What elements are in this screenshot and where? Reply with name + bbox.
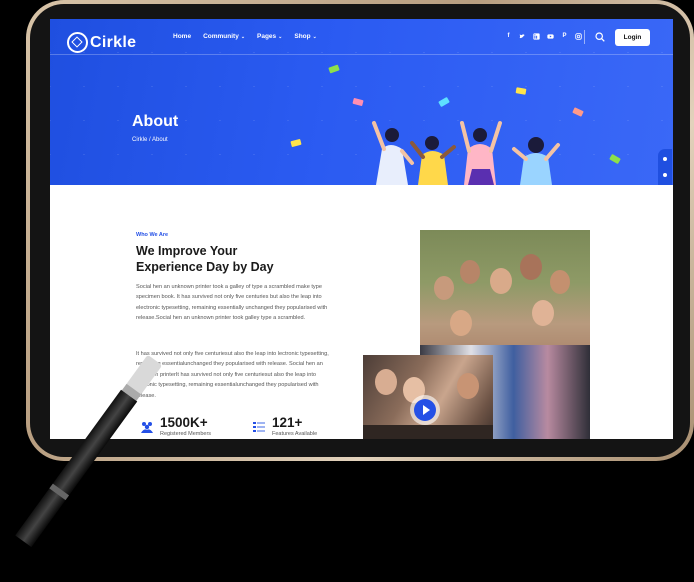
chevron-down-icon: ⌄ xyxy=(278,34,283,40)
photo-face xyxy=(532,300,554,326)
linkedin-icon[interactable] xyxy=(533,33,540,40)
headline-line-2: Experience Day by Day xyxy=(136,260,274,274)
nav-community-label: Community xyxy=(203,33,239,40)
logo-text: Cirkle xyxy=(90,33,137,51)
nav-shop-label: Shop xyxy=(294,33,311,40)
toolbar-dot-icon xyxy=(663,157,667,161)
list-icon xyxy=(253,422,265,432)
login-button[interactable]: Login xyxy=(615,29,650,46)
facebook-icon[interactable]: f xyxy=(505,33,512,40)
chevron-down-icon: ⌄ xyxy=(240,34,246,40)
video-thumbnail[interactable] xyxy=(363,355,493,439)
nav-home-label: Home xyxy=(173,33,192,40)
play-video-button[interactable] xyxy=(414,399,436,421)
breadcrumb[interactable]: Cirkle / About xyxy=(132,137,168,143)
photo-face xyxy=(460,260,480,284)
photo-face xyxy=(434,276,454,300)
search-icon[interactable] xyxy=(595,32,605,42)
photo-face xyxy=(550,270,570,294)
pinterest-icon[interactable]: P xyxy=(561,33,568,40)
social-links: f P xyxy=(505,33,582,40)
stylus-pen-decoration xyxy=(15,355,162,548)
side-toolbar[interactable] xyxy=(658,149,672,185)
photo-face xyxy=(375,369,397,395)
photo-face xyxy=(457,373,479,399)
hero-banner: Cirkle Home Community ⌄ Pages ⌄ Shop ⌄ f P xyxy=(50,19,673,185)
stat-features-label: Features Available xyxy=(272,431,318,437)
toolbar-dot-icon xyxy=(663,173,667,177)
section-eyebrow: Who We Are xyxy=(136,232,169,238)
stat-features: 121+ Features Available xyxy=(252,416,317,437)
photo-face xyxy=(450,310,472,336)
header-separator xyxy=(584,30,585,44)
header-divider xyxy=(50,54,673,55)
twitter-icon[interactable] xyxy=(519,33,526,40)
celebrating-people-illustration xyxy=(372,121,560,185)
nav-shop[interactable]: Shop ⌄ xyxy=(294,33,316,40)
nav-community[interactable]: Community ⌄ xyxy=(203,33,245,40)
nav-home[interactable]: Home xyxy=(173,33,191,40)
headline-line-1: We Improve Your xyxy=(136,244,238,258)
photo-table xyxy=(363,425,493,439)
nav-pages[interactable]: Pages ⌄ xyxy=(257,33,282,40)
about-paragraph-1: Social hen an unknown printer took a gal… xyxy=(136,284,328,322)
section-headline: We Improve Your Experience Day by Day xyxy=(136,243,336,275)
logo-icon xyxy=(67,32,88,53)
site-logo[interactable]: Cirkle xyxy=(67,32,136,53)
page-title: About xyxy=(132,113,179,130)
stat-features-value: 121+ xyxy=(272,415,303,430)
instagram-icon[interactable] xyxy=(575,33,582,40)
chevron-down-icon: ⌄ xyxy=(312,34,317,40)
photo-face xyxy=(520,254,542,280)
nav-pages-label: Pages xyxy=(257,33,277,40)
main-nav: Home Community ⌄ Pages ⌄ Shop ⌄ xyxy=(173,33,317,40)
photo-face xyxy=(490,268,512,294)
youtube-icon[interactable] xyxy=(547,33,554,40)
